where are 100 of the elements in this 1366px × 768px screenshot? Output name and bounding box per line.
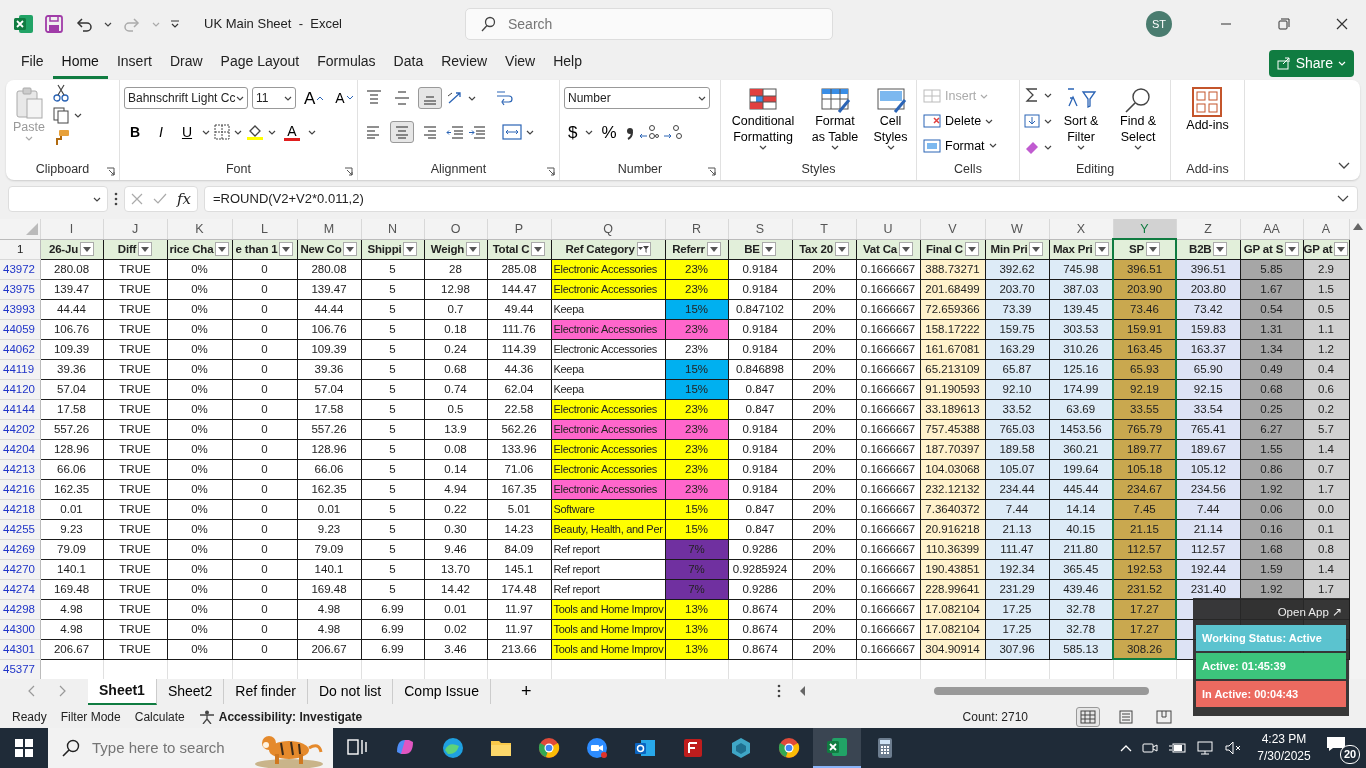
row-header[interactable]: 44300 bbox=[0, 619, 40, 639]
row-header[interactable]: 44213 bbox=[0, 459, 40, 479]
sheet-tab[interactable]: Do not list bbox=[308, 678, 394, 704]
menu-tab[interactable]: Help bbox=[544, 47, 591, 79]
network-icon[interactable] bbox=[1196, 740, 1214, 756]
column-header[interactable]: R bbox=[665, 219, 728, 239]
filter-button[interactable] bbox=[1285, 242, 1300, 256]
cell-styles-button[interactable]: Cell Styles bbox=[869, 84, 912, 160]
row-header[interactable]: 44218 bbox=[0, 499, 40, 519]
shrink-font-button[interactable]: A bbox=[331, 88, 357, 108]
column-header[interactable]: Y bbox=[1113, 219, 1176, 239]
menu-tab[interactable]: Insert bbox=[107, 47, 161, 79]
menu-tab[interactable]: Review bbox=[432, 47, 497, 79]
sort-filter-button[interactable]: Sort & Filter bbox=[1056, 84, 1107, 160]
caret-icon[interactable] bbox=[284, 95, 292, 101]
scroll-up-icon[interactable] bbox=[1352, 223, 1363, 230]
row-header[interactable]: 44270 bbox=[0, 559, 40, 579]
menu-tab[interactable]: View bbox=[496, 47, 545, 79]
filter-button[interactable] bbox=[1145, 242, 1160, 257]
merge-icon[interactable] bbox=[502, 123, 522, 141]
row-header[interactable]: 43993 bbox=[0, 299, 40, 319]
font-name-dropdown[interactable]: Bahnschrift Light Cc bbox=[124, 87, 248, 109]
caret-icon[interactable] bbox=[236, 95, 244, 101]
menu-tab[interactable]: Page Layout bbox=[211, 47, 309, 79]
column-header[interactable]: U bbox=[856, 219, 920, 239]
caret-icon[interactable] bbox=[73, 112, 82, 118]
sheet-tab[interactable]: Ref finder bbox=[224, 678, 308, 704]
column-header[interactable]: X bbox=[1049, 219, 1113, 239]
caret-icon[interactable] bbox=[526, 129, 534, 135]
caret-icon[interactable] bbox=[104, 21, 112, 27]
orientation-icon[interactable] bbox=[446, 90, 464, 106]
font-color-button[interactable]: A bbox=[280, 120, 304, 144]
row-header[interactable]: 44255 bbox=[0, 519, 40, 539]
caret-icon[interactable] bbox=[988, 143, 997, 149]
add-ins-button[interactable]: Add-ins bbox=[1183, 84, 1232, 160]
grow-font-button[interactable]: A bbox=[300, 86, 328, 110]
filter-button[interactable] bbox=[706, 242, 721, 256]
column-header[interactable]: A bbox=[1303, 219, 1349, 239]
filter-button[interactable] bbox=[1094, 242, 1109, 256]
volume-muted-icon[interactable] bbox=[1224, 740, 1242, 756]
filter-button[interactable] bbox=[1029, 242, 1044, 256]
add-sheet-button[interactable]: + bbox=[514, 682, 538, 700]
center-align-button[interactable] bbox=[390, 121, 414, 143]
filter-button[interactable] bbox=[834, 242, 849, 256]
account-avatar[interactable]: ST bbox=[1146, 11, 1172, 37]
increase-indent-icon[interactable] bbox=[468, 124, 486, 140]
caret-icon[interactable] bbox=[93, 196, 101, 202]
column-header[interactable]: O bbox=[424, 219, 487, 239]
sheet-tab[interactable]: Sheet2 bbox=[156, 678, 225, 704]
underline-button[interactable]: U bbox=[176, 122, 198, 142]
borders-icon[interactable] bbox=[214, 124, 230, 140]
copy-icon[interactable] bbox=[51, 106, 70, 124]
battery-icon[interactable] bbox=[1168, 741, 1186, 755]
font-size-dropdown[interactable]: 11 bbox=[252, 87, 296, 109]
caret-icon[interactable] bbox=[1044, 144, 1052, 150]
menu-tab[interactable]: Data bbox=[384, 47, 433, 79]
fill-down-icon[interactable] bbox=[1024, 113, 1040, 129]
filter-active-button[interactable] bbox=[636, 242, 651, 256]
column-header[interactable]: V bbox=[920, 219, 985, 239]
filter-button[interactable] bbox=[761, 242, 776, 256]
clock-date[interactable]: 7/30/2025 bbox=[1252, 748, 1316, 765]
more-icon[interactable] bbox=[777, 684, 782, 698]
share-button[interactable]: Share bbox=[1268, 49, 1354, 77]
increase-decimal-icon[interactable] bbox=[638, 124, 659, 140]
show-hidden-icons-icon[interactable] bbox=[1120, 744, 1132, 752]
sheet-tab[interactable]: Sheet1 bbox=[88, 677, 157, 705]
filter-button[interactable] bbox=[1334, 242, 1349, 256]
percent-button[interactable]: % bbox=[597, 120, 621, 144]
row-header[interactable]: 44269 bbox=[0, 539, 40, 559]
filter-button[interactable] bbox=[964, 242, 979, 256]
normal-view-button[interactable] bbox=[1076, 707, 1100, 727]
column-header[interactable]: T bbox=[792, 219, 856, 239]
filter-button[interactable] bbox=[1213, 242, 1228, 256]
column-header[interactable]: N bbox=[361, 219, 424, 239]
caret-icon[interactable] bbox=[831, 145, 839, 151]
row-header[interactable]: 44059 bbox=[0, 319, 40, 339]
dialog-launcher-icon[interactable] bbox=[344, 167, 353, 176]
row-header[interactable]: 45377 bbox=[0, 659, 40, 679]
bottom-align-button[interactable] bbox=[418, 87, 442, 109]
filter-button[interactable] bbox=[80, 242, 94, 256]
row-header[interactable]: 44120 bbox=[0, 379, 40, 399]
column-header[interactable]: L bbox=[232, 219, 297, 239]
column-header[interactable]: K bbox=[167, 219, 232, 239]
column-header[interactable]: AA bbox=[1240, 219, 1303, 239]
caret-icon[interactable] bbox=[585, 129, 594, 135]
format-as-table-button[interactable]: Format as Table bbox=[805, 84, 865, 160]
filter-button[interactable] bbox=[899, 242, 913, 256]
column-header[interactable]: Q bbox=[551, 219, 665, 239]
caret-icon[interactable] bbox=[698, 95, 706, 101]
filter-button[interactable] bbox=[138, 242, 153, 256]
column-header[interactable]: J bbox=[103, 219, 167, 239]
search-input[interactable]: Search bbox=[506, 12, 806, 36]
decrease-decimal-icon[interactable] bbox=[662, 124, 683, 140]
filter-button[interactable] bbox=[279, 242, 294, 256]
save-icon[interactable] bbox=[44, 14, 64, 34]
row-header[interactable]: 44274 bbox=[0, 579, 40, 599]
number-format-dropdown[interactable]: Number bbox=[564, 87, 710, 109]
currency-button[interactable]: $ bbox=[564, 120, 582, 144]
column-header[interactable]: S bbox=[728, 219, 792, 239]
filter-button[interactable] bbox=[466, 242, 481, 256]
